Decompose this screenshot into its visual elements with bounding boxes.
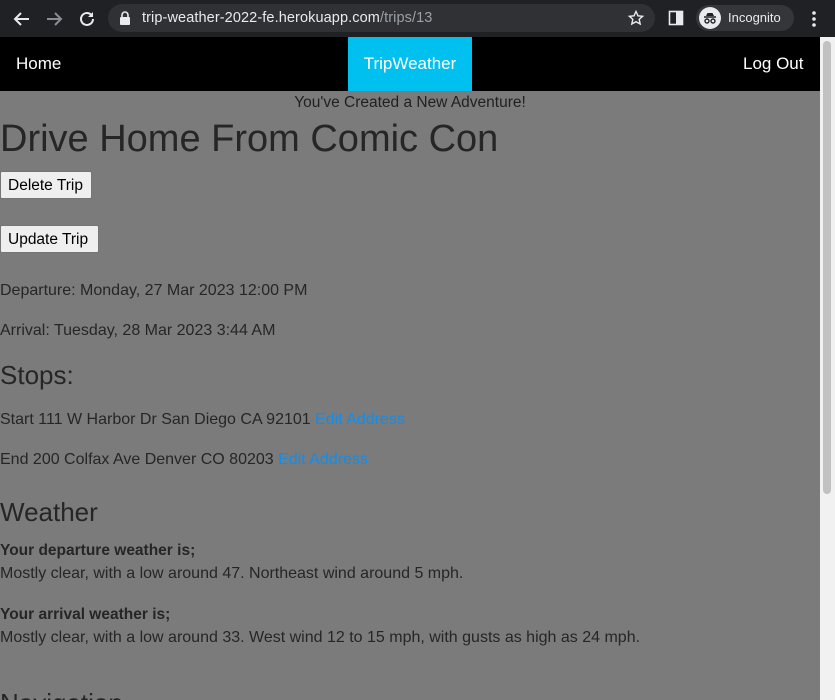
departure-weather-text: Mostly clear, with a low around 47. Nort… — [0, 565, 464, 582]
incognito-icon — [699, 7, 721, 34]
forward-arrow-icon[interactable] — [44, 9, 64, 29]
stop-end: End 200 Colfax Ave Denver CO 80203 Edit … — [0, 451, 368, 469]
star-bookmark-icon[interactable] — [627, 9, 645, 31]
page-content: Home TripWeather Log Out You've Created … — [0, 37, 820, 700]
edit-address-link-start[interactable]: Edit Address — [315, 411, 405, 428]
weather-heading: Weather — [0, 497, 98, 527]
arrival-time: Arrival: Tuesday, 28 Mar 2023 3:44 AM — [0, 322, 276, 339]
arrival-weather-label: Your arrival weather is; — [0, 606, 171, 623]
url-host: trip-weather-2022-fe.herokuapp.com — [142, 10, 380, 26]
departure-weather-label: Your departure weather is; — [0, 542, 196, 559]
nav-logout-link[interactable]: Log Out — [743, 54, 804, 74]
kebab-menu-icon[interactable] — [811, 10, 817, 33]
success-notice: You've Created a New Adventure! — [294, 94, 526, 111]
url-text: trip-weather-2022-fe.herokuapp.com/trips… — [142, 10, 432, 26]
lock-icon — [119, 11, 131, 30]
delete-trip-button[interactable]: Delete Trip — [0, 171, 92, 199]
departure-time: Departure: Monday, 27 Mar 2023 12:00 PM — [0, 282, 308, 299]
trip-title: Drive Home From Comic Con — [0, 118, 499, 160]
navigation-heading: Navigation — [0, 688, 123, 700]
site-navbar: Home TripWeather Log Out — [0, 37, 820, 91]
reload-icon[interactable] — [77, 9, 97, 29]
stops-heading: Stops: — [0, 360, 74, 390]
browser-toolbar: trip-weather-2022-fe.herokuapp.com/trips… — [0, 0, 835, 37]
scrollbar-thumb[interactable] — [823, 41, 831, 494]
page-scrollbar[interactable] — [820, 37, 835, 700]
arrival-weather-text: Mostly clear, with a low around 33. West… — [0, 629, 641, 646]
incognito-label: Incognito — [728, 10, 781, 25]
side-panel-icon[interactable] — [668, 10, 684, 31]
stop-end-text: End 200 Colfax Ave Denver CO 80203 — [0, 451, 274, 468]
address-bar[interactable]: trip-weather-2022-fe.herokuapp.com/trips… — [108, 4, 655, 32]
back-arrow-icon[interactable] — [12, 9, 32, 29]
url-path: /trips/13 — [379, 10, 433, 26]
update-trip-button[interactable]: Update Trip — [0, 225, 99, 253]
edit-address-link-end[interactable]: Edit Address — [278, 451, 368, 468]
stop-start-text: Start 111 W Harbor Dr San Diego CA 92101 — [0, 411, 311, 428]
nav-brand-link[interactable]: TripWeather — [348, 37, 472, 91]
stop-start: Start 111 W Harbor Dr San Diego CA 92101… — [0, 411, 405, 429]
nav-home-link[interactable]: Home — [16, 54, 61, 74]
incognito-indicator[interactable]: Incognito — [696, 5, 794, 31]
